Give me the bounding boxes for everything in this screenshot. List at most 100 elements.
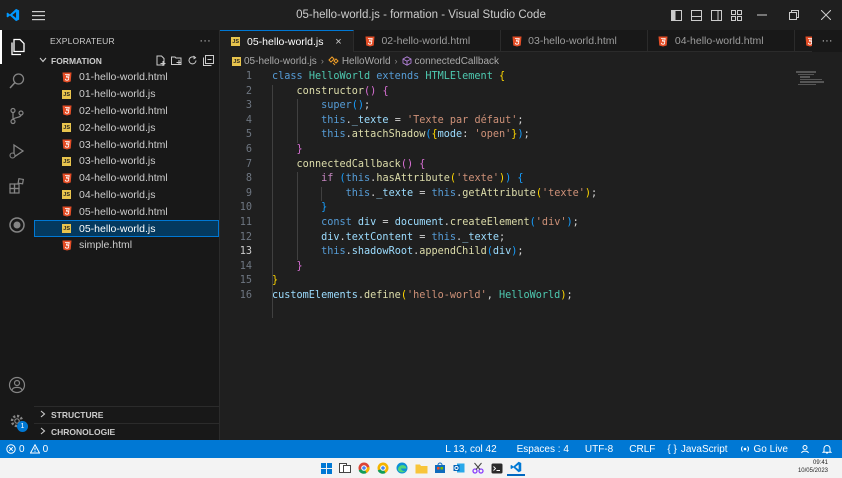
html-file-icon: [510, 35, 523, 48]
indentation[interactable]: Espaces : 4: [511, 440, 579, 458]
file-item[interactable]: 04-hello-world.html: [34, 170, 219, 187]
problems-indicator[interactable]: 0 0: [0, 440, 54, 458]
code-token: this: [321, 114, 346, 126]
accounts-feedback-icon[interactable]: [794, 440, 816, 458]
tab-02-hello-world-html[interactable]: 02-hello-world.html ×: [354, 30, 502, 52]
go-live-button[interactable]: Go Live: [734, 440, 794, 458]
new-file-icon[interactable]: [153, 54, 167, 68]
code-token: ;: [364, 100, 371, 112]
search-icon[interactable]: [0, 64, 34, 98]
code-line[interactable]: 5 this.attachShadow({mode: 'open'});: [220, 128, 820, 143]
code-line[interactable]: 14 }: [220, 260, 820, 275]
account-icon[interactable]: [0, 368, 34, 402]
code-line[interactable]: 4 this._texte = 'Texte par défaut';: [220, 114, 820, 129]
line-number: 13: [239, 246, 252, 258]
code-line[interactable]: 13 this.shadowRoot.appendChild(div);: [220, 245, 820, 260]
code-line[interactable]: 6 }: [220, 143, 820, 158]
code-line[interactable]: 15}: [220, 274, 820, 289]
tab-04-hello-world-html[interactable]: 04-hello-world.html ×: [648, 30, 795, 52]
code-line[interactable]: 12 div.textContent = this._texte;: [220, 231, 820, 246]
section-structure[interactable]: STRUCTURE: [34, 406, 220, 423]
code-token: ;: [517, 114, 524, 126]
customize-layout-icon[interactable]: [726, 0, 746, 30]
folder-formation[interactable]: FORMATION: [34, 52, 219, 69]
file-item[interactable]: JS 04-hello-world.js: [34, 187, 219, 204]
file-item[interactable]: JS 03-hello-world.js: [34, 153, 219, 170]
code-text: if (this.hasAttribute('texte')) {: [272, 172, 523, 187]
outlook-icon[interactable]: [450, 460, 468, 476]
line-number: 4: [245, 114, 252, 126]
code-token: 'Texte par défaut': [406, 114, 518, 126]
file-item[interactable]: JS 02-hello-world.js: [34, 119, 219, 136]
vscode-logo-icon[interactable]: [0, 0, 26, 30]
file-item[interactable]: JS 01-hello-world.js: [34, 86, 219, 103]
refresh-icon[interactable]: [185, 54, 199, 68]
language-mode[interactable]: { } JavaScript: [661, 440, 733, 458]
store-icon[interactable]: [431, 460, 449, 476]
file-item-selected[interactable]: JS 05-hello-world.js: [34, 220, 219, 237]
code-text: super();: [272, 99, 370, 114]
code-token: document: [394, 217, 444, 228]
close-tab-icon[interactable]: ×: [332, 36, 344, 48]
manage-gear-icon[interactable]: 1: [0, 404, 34, 438]
code-line[interactable]: 9 this._texte = this.getAttribute('texte…: [220, 187, 820, 202]
chevron-right-icon: ›: [394, 56, 398, 66]
vscode-taskbar-icon[interactable]: [507, 460, 525, 476]
section-chronologie[interactable]: CHRONOLOGIE: [34, 423, 220, 440]
code-line[interactable]: 8 if (this.hasAttribute('texte')) {: [220, 172, 820, 187]
hamburger-menu-icon[interactable]: [26, 0, 50, 30]
file-explorer-icon[interactable]: [412, 460, 430, 476]
code-line[interactable]: 2 constructor() {: [220, 85, 820, 100]
file-item[interactable]: 02-hello-world.html: [34, 103, 219, 120]
code-line[interactable]: 10 }: [220, 201, 820, 216]
explorer-more-button[interactable]: ···: [199, 35, 211, 47]
line-ending[interactable]: CRLF: [623, 440, 661, 458]
toggle-secondary-sidebar-icon[interactable]: [706, 0, 726, 30]
run-debug-icon[interactable]: [0, 134, 34, 168]
snipping-tool-icon[interactable]: [469, 460, 487, 476]
chrome-icon[interactable]: [355, 460, 373, 476]
minimap[interactable]: [796, 70, 824, 100]
collapse-all-icon[interactable]: [201, 54, 215, 68]
system-clock[interactable]: 09:41 10/05/2023: [798, 460, 828, 475]
terminal-icon[interactable]: [488, 460, 506, 476]
file-item[interactable]: 05-hello-world.html: [34, 203, 219, 220]
new-folder-icon[interactable]: [169, 54, 183, 68]
code-token: const: [321, 217, 358, 228]
file-item[interactable]: simple.html: [34, 237, 219, 254]
toggle-panel-icon[interactable]: [686, 0, 706, 30]
cursor-position[interactable]: L 13, col 42: [439, 440, 510, 458]
edge-icon[interactable]: [393, 460, 411, 476]
breadcrumb-class[interactable]: HelloWorld: [342, 56, 391, 67]
file-item[interactable]: 01-hello-world.html: [34, 69, 219, 86]
task-view-icon[interactable]: [336, 460, 354, 476]
tabs-more-button[interactable]: ···: [812, 30, 842, 52]
toggle-sidebar-icon[interactable]: [666, 0, 686, 30]
notifications-bell-icon[interactable]: [816, 440, 842, 458]
maximize-icon[interactable]: [778, 0, 810, 30]
breadcrumb-method[interactable]: connectedCallback: [415, 56, 500, 67]
code-editor[interactable]: 1 class HelloWorld extends HTMLElement {2…: [220, 70, 842, 440]
code-line[interactable]: 7 connectedCallback() {: [220, 158, 820, 173]
source-control-icon[interactable]: [0, 99, 34, 133]
chevron-right-icon: ›: [320, 56, 324, 66]
close-window-icon[interactable]: [810, 0, 842, 30]
code-text: }: [272, 201, 327, 216]
code-line[interactable]: 3 super();: [220, 99, 820, 114]
extensions-icon[interactable]: [0, 169, 34, 203]
tab-03-hello-world-html[interactable]: 03-hello-world.html ×: [501, 30, 648, 52]
windows-start-icon[interactable]: [317, 460, 335, 476]
code-line[interactable]: 11 const div = document.createElement('d…: [220, 216, 820, 231]
tab-05-hello-world-js[interactable]: JS 05-hello-world.js ×: [220, 30, 355, 52]
file-item[interactable]: 03-hello-world.html: [34, 136, 219, 153]
chrome-alt-icon[interactable]: [374, 460, 392, 476]
minimize-icon[interactable]: [746, 0, 778, 30]
code-line[interactable]: 16 customElements.define('hello-world', H…: [220, 289, 820, 304]
explorer-icon[interactable]: [0, 30, 34, 64]
breadcrumb-file[interactable]: 05-hello-world.js: [244, 56, 317, 67]
code-line[interactable]: 1 class HelloWorld extends HTMLElement {: [220, 70, 820, 85]
encoding[interactable]: UTF-8: [579, 440, 623, 458]
remote-explorer-icon[interactable]: [0, 208, 34, 242]
